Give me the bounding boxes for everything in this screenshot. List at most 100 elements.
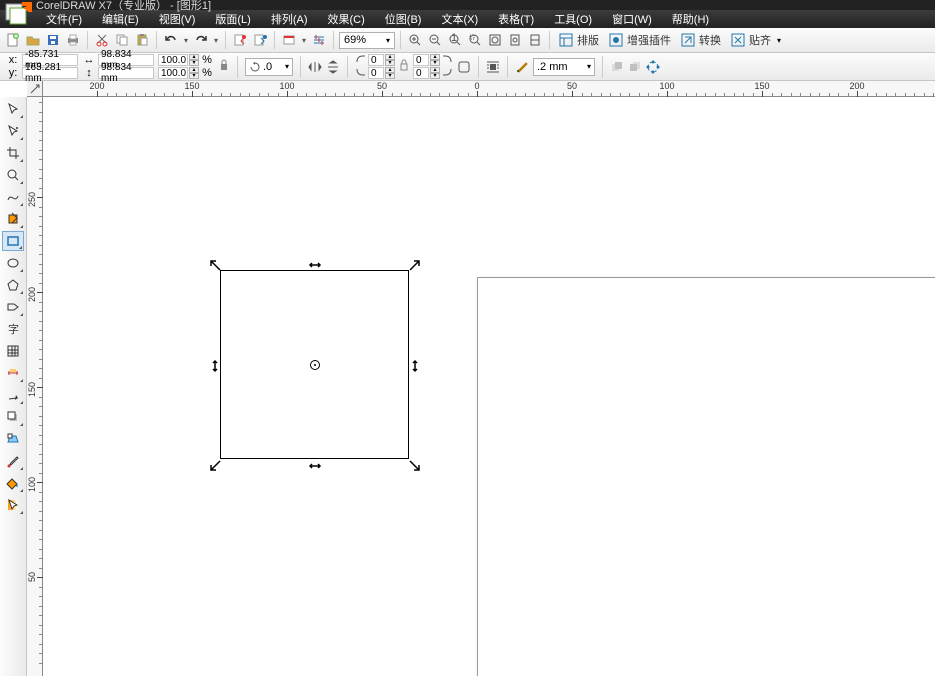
- smart-fill-tool[interactable]: [2, 209, 24, 229]
- canvas-area[interactable]: [43, 97, 935, 676]
- y-position-input[interactable]: 163.281 mm: [22, 67, 78, 79]
- new-icon[interactable]: [4, 31, 22, 49]
- handle-bl[interactable]: [208, 459, 222, 473]
- toolbox: 字: [0, 97, 27, 676]
- zoom-level-input[interactable]: 69%▾: [339, 32, 395, 49]
- import-icon[interactable]: [231, 31, 249, 49]
- relative-corner-icon[interactable]: [457, 60, 471, 74]
- table-tool[interactable]: [2, 341, 24, 361]
- menu-arrange[interactable]: 排列(A): [261, 9, 318, 29]
- menu-text[interactable]: 文本(X): [431, 9, 488, 29]
- rotation-input[interactable]: .0 ▾: [245, 58, 293, 76]
- ruler-vertical[interactable]: 25020015010050: [27, 97, 43, 676]
- handle-r[interactable]: [408, 359, 422, 373]
- menu-help[interactable]: 帮助(H): [662, 9, 719, 29]
- undo-icon[interactable]: [162, 31, 180, 49]
- zoom-value: 69%: [344, 34, 366, 46]
- lock-ratio-icon[interactable]: [218, 57, 230, 77]
- basic-shapes-tool[interactable]: [2, 297, 24, 317]
- options-icon[interactable]: [310, 31, 328, 49]
- outline-pen-icon[interactable]: [515, 60, 529, 74]
- corner-lock-icon[interactable]: [399, 57, 409, 77]
- interactive-fill-tool[interactable]: [2, 495, 24, 515]
- drop-shadow-tool[interactable]: [2, 407, 24, 427]
- transparency-tool[interactable]: [2, 429, 24, 449]
- cut-icon[interactable]: [93, 31, 111, 49]
- connector-tool[interactable]: [2, 385, 24, 405]
- zoom-page-icon[interactable]: [506, 31, 524, 49]
- text-tool[interactable]: 字: [2, 319, 24, 339]
- polygon-tool[interactable]: [2, 275, 24, 295]
- zoom-tool[interactable]: [2, 165, 24, 185]
- zoom-width-icon[interactable]: [526, 31, 544, 49]
- toolbar-group-convert[interactable]: 转换: [677, 32, 725, 48]
- front-of-icon[interactable]: [610, 60, 624, 74]
- zoom-actual-icon[interactable]: 1: [446, 31, 464, 49]
- freehand-tool[interactable]: [2, 187, 24, 207]
- publish-dropdown[interactable]: [300, 36, 308, 45]
- shape-tool[interactable]: [2, 121, 24, 141]
- rectangle-tool[interactable]: [2, 231, 24, 251]
- undo-dropdown[interactable]: [182, 36, 190, 45]
- handle-t[interactable]: [308, 258, 322, 272]
- save-icon[interactable]: [44, 31, 62, 49]
- handle-br[interactable]: [408, 459, 422, 473]
- redo-dropdown[interactable]: [212, 36, 220, 45]
- menu-layout[interactable]: 版面(L): [205, 9, 260, 29]
- zoom-selection-icon[interactable]: [466, 31, 484, 49]
- convert-curves-icon[interactable]: [646, 60, 660, 74]
- corner-tr-input[interactable]: 0: [413, 54, 429, 66]
- menu-view[interactable]: 视图(V): [149, 9, 206, 29]
- eyedropper-tool[interactable]: [2, 451, 24, 471]
- handle-tr[interactable]: [408, 258, 422, 272]
- zoom-in-icon[interactable]: [406, 31, 424, 49]
- corner-br-input[interactable]: 0: [413, 67, 429, 79]
- handle-b[interactable]: [308, 459, 322, 473]
- copy-icon[interactable]: [113, 31, 131, 49]
- app-icon: [4, 0, 32, 28]
- handle-tl[interactable]: [208, 258, 222, 272]
- toolbar-group-plugin[interactable]: 增强插件: [605, 32, 675, 48]
- mirror-h-icon[interactable]: [308, 60, 322, 74]
- publish-icon[interactable]: [280, 31, 298, 49]
- svg-text:1: 1: [451, 33, 457, 44]
- selected-rectangle[interactable]: [220, 270, 409, 459]
- menu-bar: 文件(F) 编辑(E) 视图(V) 版面(L) 排列(A) 效果(C) 位图(B…: [0, 10, 935, 28]
- scale-y-input[interactable]: 100.0: [158, 67, 188, 79]
- scale-y-spinner[interactable]: ▴▾: [189, 67, 199, 79]
- zoom-fit-icon[interactable]: [486, 31, 504, 49]
- ruler-horizontal[interactable]: 20015010050050100150200: [43, 81, 935, 97]
- pick-tool[interactable]: [2, 99, 24, 119]
- text-wrap-icon[interactable]: [486, 60, 500, 74]
- height-input[interactable]: 98.834 mm: [98, 67, 154, 79]
- open-icon[interactable]: [24, 31, 42, 49]
- ellipse-tool[interactable]: [2, 253, 24, 273]
- crop-tool[interactable]: [2, 143, 24, 163]
- ruler-origin[interactable]: [27, 81, 43, 97]
- export-icon[interactable]: [251, 31, 269, 49]
- handle-l[interactable]: [208, 359, 222, 373]
- print-icon[interactable]: [64, 31, 82, 49]
- menu-bitmaps[interactable]: 位图(B): [375, 9, 432, 29]
- scale-x-spinner[interactable]: ▴▾: [189, 54, 199, 66]
- menu-edit[interactable]: 编辑(E): [92, 9, 149, 29]
- toolbar-group-snap[interactable]: 贴齐▾: [727, 32, 785, 48]
- dimension-tool[interactable]: [2, 363, 24, 383]
- menu-table[interactable]: 表格(T): [488, 9, 544, 29]
- outline-width-input[interactable]: .2 mm▾: [533, 58, 595, 76]
- menu-window[interactable]: 窗口(W): [602, 9, 662, 29]
- fill-tool[interactable]: [2, 473, 24, 493]
- behind-icon[interactable]: [628, 60, 642, 74]
- menu-effects[interactable]: 效果(C): [318, 9, 375, 29]
- scale-x-input[interactable]: 100.0: [158, 54, 188, 66]
- redo-icon[interactable]: [192, 31, 210, 49]
- menu-file[interactable]: 文件(F): [36, 9, 92, 29]
- corner-bl-input[interactable]: 0: [368, 67, 384, 79]
- corner-tl-input[interactable]: 0: [368, 54, 384, 66]
- page: [477, 277, 935, 676]
- menu-tools[interactable]: 工具(O): [544, 9, 602, 29]
- toolbar-group-layout[interactable]: 排版: [555, 32, 603, 48]
- zoom-out-icon[interactable]: [426, 31, 444, 49]
- mirror-v-icon[interactable]: [326, 60, 340, 74]
- paste-icon[interactable]: [133, 31, 151, 49]
